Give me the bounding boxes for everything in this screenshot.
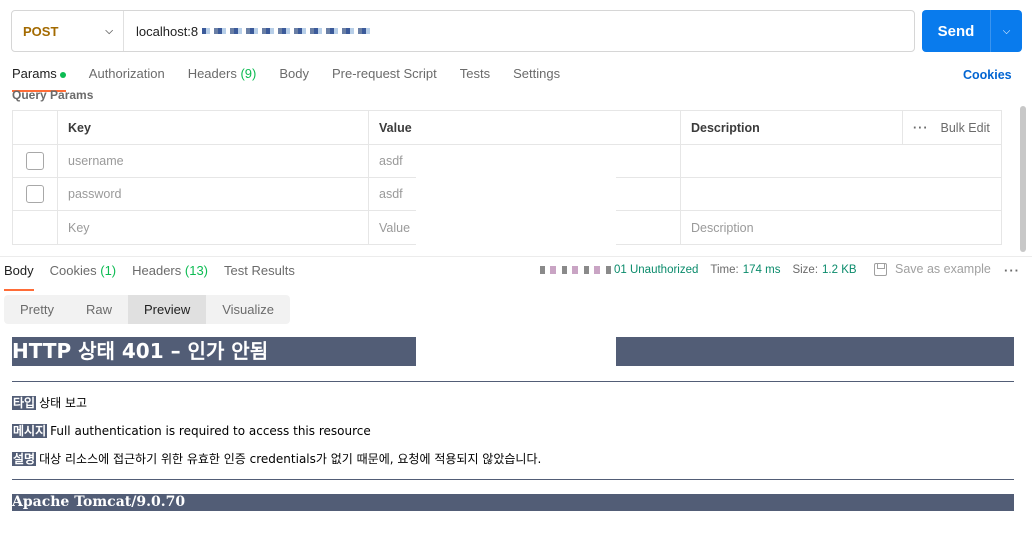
bulk-edit-button[interactable]: ··· Bulk Edit: [903, 111, 1001, 144]
res-tab-test-results[interactable]: Test Results: [224, 263, 295, 285]
tab-params[interactable]: Params: [12, 66, 66, 92]
save-as-example-button[interactable]: Save as example: [874, 262, 991, 276]
method-label: POST: [23, 23, 59, 39]
res-tab-cookies-label: Cookies: [49, 263, 97, 278]
size-value[interactable]: 1.2 KB: [822, 264, 857, 276]
header-checkbox-cell: [13, 111, 58, 144]
message-text: Full authentication is required to acces…: [50, 424, 371, 438]
tab-headers-label: Headers: [187, 66, 237, 81]
url-input[interactable]: localhost:8: [124, 23, 373, 39]
param-description-input[interactable]: [681, 145, 1001, 177]
description-label: 설명: [12, 452, 37, 466]
preview-footer: Apache Tomcat/9.0.70: [12, 494, 1014, 511]
tab-pre-request-script[interactable]: Pre-request Script: [332, 66, 437, 88]
query-params-title: Query Params: [12, 88, 94, 102]
scrollbar[interactable]: [1020, 106, 1026, 252]
description-text: 대상 리소스에 접근하기 위한 유효한 인증 credentials가 없기 때…: [39, 452, 542, 466]
more-options-icon[interactable]: ···: [913, 121, 929, 135]
tab-settings-label: Settings: [513, 66, 561, 81]
preview-line-message: 메시지 Full authentication is required to ac…: [12, 423, 1014, 439]
res-cookies-count: (1): [100, 263, 117, 278]
header-value: Value: [369, 111, 681, 144]
time-label: Time:: [710, 264, 739, 276]
cookies-link[interactable]: Cookies: [963, 68, 1012, 82]
new-description-input[interactable]: Description: [681, 211, 1001, 244]
tab-body[interactable]: Body: [279, 66, 309, 88]
type-label: 타입: [12, 396, 37, 410]
send-label: Send: [937, 22, 975, 40]
view-visualize[interactable]: Visualize: [206, 295, 290, 324]
chevron-down-icon: ⌵: [105, 25, 113, 37]
params-indicator-dot: [59, 71, 66, 78]
preview-line-type: 타입 상태 보고: [12, 395, 1014, 411]
row-checkbox[interactable]: [26, 185, 44, 203]
type-text: 상태 보고: [39, 396, 88, 410]
tab-settings[interactable]: Settings: [513, 66, 560, 88]
request-tabs: Params Authorization Headers (9) Body Pr…: [12, 66, 583, 92]
res-headers-count: (13): [184, 263, 209, 278]
time-value[interactable]: 174 ms: [743, 264, 781, 276]
header-key: Key: [58, 111, 369, 144]
more-options-icon[interactable]: ···: [1004, 263, 1020, 278]
url-text: localhost:8: [136, 23, 199, 39]
response-status: 01 Unauthorized Time: 174 ms Size: 1.2 K…: [540, 264, 869, 276]
size-label: Size:: [792, 264, 819, 276]
bulk-edit-label: Bulk Edit: [940, 120, 990, 135]
new-key-input[interactable]: Key: [58, 211, 369, 244]
res-tab-body[interactable]: Body: [4, 263, 34, 291]
preview-line-description: 설명 대상 리소스에 접근하기 위한 유효한 인증 credentials가 없기…: [12, 451, 1014, 467]
save-as-example-label: Save as example: [895, 262, 991, 276]
method-select[interactable]: POST ⌵: [12, 11, 124, 51]
row-checkbox[interactable]: [26, 152, 44, 170]
view-raw[interactable]: Raw: [70, 295, 128, 324]
preview-rule: [12, 479, 1014, 480]
param-key-input[interactable]: username: [58, 145, 369, 177]
header-description: Description: [681, 111, 903, 144]
param-description-input[interactable]: [681, 178, 1001, 210]
row-checkbox-cell: [13, 178, 58, 210]
row-checkbox-cell: [13, 211, 58, 244]
tab-authorization-label: Authorization: [88, 66, 165, 81]
view-preview[interactable]: Preview: [127, 295, 207, 324]
param-key-input[interactable]: password: [58, 178, 369, 210]
tab-params-label: Params: [12, 66, 57, 81]
view-pretty[interactable]: Pretty: [4, 295, 70, 324]
status-code[interactable]: 01 Unauthorized: [614, 264, 698, 276]
tab-body-label: Body: [279, 66, 309, 81]
preview-rule: [12, 381, 1014, 382]
response-divider: [0, 256, 1032, 257]
tab-tests[interactable]: Tests: [460, 66, 490, 88]
res-tab-headers[interactable]: Headers (13): [132, 263, 208, 285]
response-tabs: Body Cookies (1) Headers (13) Test Resul…: [4, 263, 311, 291]
table-header-row: Key Value Description ··· Bulk Edit: [13, 111, 1001, 145]
redacted-status: [540, 266, 612, 274]
res-tab-headers-label: Headers: [132, 263, 182, 278]
row-checkbox-cell: [13, 145, 58, 177]
tab-pre-request-label: Pre-request Script: [331, 66, 437, 81]
tab-authorization[interactable]: Authorization: [89, 66, 165, 88]
save-icon: [874, 262, 887, 276]
redaction-mask: [416, 172, 616, 257]
send-button[interactable]: Send ⌵: [922, 10, 1022, 52]
view-mode-tabs: Pretty Raw Preview Visualize: [4, 295, 291, 324]
redacted-url: [202, 28, 373, 34]
tab-tests-label: Tests: [459, 66, 491, 81]
headers-count: (9): [240, 66, 257, 81]
res-tab-test-results-label: Test Results: [224, 263, 295, 278]
redaction-mask: [416, 336, 616, 366]
res-tab-body-label: Body: [4, 263, 34, 278]
send-options-chevron-icon[interactable]: ⌵: [991, 26, 1022, 37]
request-bar: POST ⌵ localhost:8: [11, 10, 915, 52]
message-label: 메시지: [12, 424, 48, 438]
res-tab-cookies[interactable]: Cookies (1): [50, 263, 116, 285]
tab-headers[interactable]: Headers (9): [188, 66, 257, 88]
